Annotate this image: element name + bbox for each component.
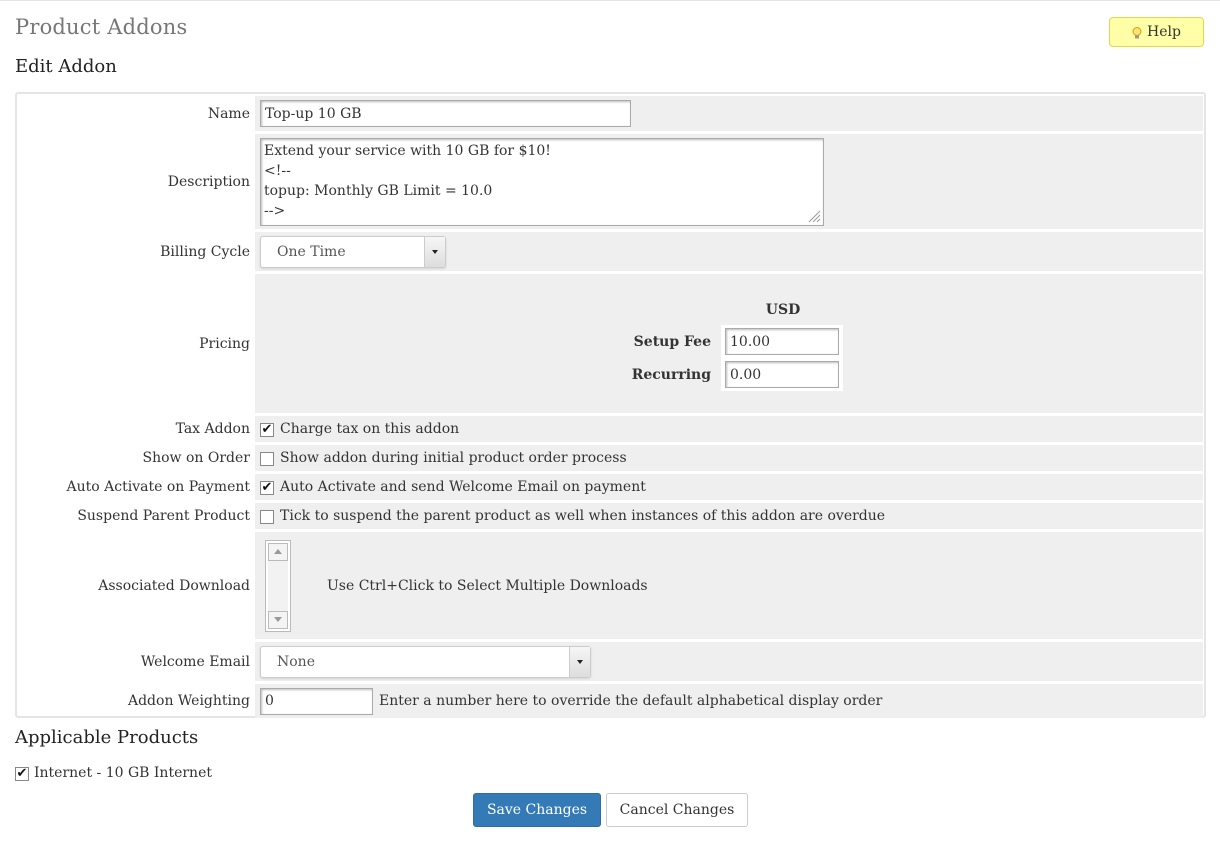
applicable-product-label: Internet - 10 GB Internet: [34, 765, 212, 781]
auto-activate-checkbox[interactable]: ✔: [260, 481, 274, 495]
auto-activate-label: Auto Activate on Payment: [66, 479, 250, 495]
row-name: Name: [17, 96, 1204, 131]
tax-addon-label: Tax Addon: [175, 421, 250, 437]
tax-addon-checkbox[interactable]: ✔: [260, 423, 274, 437]
chevron-down-icon: [424, 236, 445, 267]
recurring-label: Recurring: [631, 366, 711, 383]
row-auto-activate: Auto Activate on Payment ✔ Auto Activate…: [17, 474, 1204, 500]
lightbulb-icon: [1132, 27, 1142, 39]
associated-download-hint: Use Ctrl+Click to Select Multiple Downlo…: [327, 577, 648, 594]
description-textarea[interactable]: [260, 137, 824, 226]
show-on-order-label: Show on Order: [142, 450, 250, 466]
addon-weighting-label: Addon Weighting: [127, 693, 250, 709]
edit-addon-form: Name Description Billing Cycle One Time: [15, 92, 1206, 718]
suspend-parent-text: Tick to suspend the parent product as we…: [280, 508, 886, 524]
row-suspend-parent: Suspend Parent Product Tick to suspend t…: [17, 503, 1204, 529]
row-description: Description: [17, 134, 1204, 229]
checkmark-icon: ✔: [261, 422, 273, 437]
checkmark-icon: ✔: [261, 480, 273, 495]
applicable-product-checkbox[interactable]: ✔: [15, 767, 29, 781]
row-tax-addon: Tax Addon ✔ Charge tax on this addon: [17, 416, 1204, 442]
description-label: Description: [167, 173, 250, 190]
section-title-edit-addon: Edit Addon: [15, 56, 117, 77]
addon-weighting-input[interactable]: [260, 687, 373, 715]
show-on-order-checkbox[interactable]: [260, 452, 274, 466]
billing-cycle-label: Billing Cycle: [160, 243, 250, 260]
pricing-table: USD Setup Fee Recurring: [621, 302, 1203, 391]
applicable-product-item: ✔ Internet - 10 GB Internet: [15, 765, 212, 781]
welcome-email-value: None: [277, 653, 315, 670]
billing-cycle-select[interactable]: One Time: [260, 235, 446, 268]
row-billing-cycle: Billing Cycle One Time: [17, 232, 1204, 271]
page-title: Product Addons: [15, 15, 188, 39]
auto-activate-text: Auto Activate and send Welcome Email on …: [280, 479, 646, 495]
name-label: Name: [207, 105, 250, 122]
billing-cycle-value: One Time: [277, 243, 346, 260]
currency-header: USD: [765, 302, 801, 318]
suspend-parent-checkbox[interactable]: [260, 510, 274, 524]
checkmark-icon: ✔: [16, 766, 28, 781]
scroll-down-icon[interactable]: [268, 610, 288, 629]
pricing-label: Pricing: [199, 335, 250, 352]
cancel-changes-button[interactable]: Cancel Changes: [606, 793, 748, 827]
save-changes-button[interactable]: Save Changes: [473, 793, 601, 827]
resize-grip-icon[interactable]: [807, 209, 821, 223]
setup-fee-label: Setup Fee: [633, 333, 711, 350]
associated-download-label: Associated Download: [98, 577, 250, 594]
addon-weighting-hint: Enter a number here to override the defa…: [379, 693, 883, 709]
welcome-email-label: Welcome Email: [140, 653, 250, 670]
setup-fee-input[interactable]: [725, 328, 839, 355]
row-addon-weighting: Addon Weighting Enter a number here to o…: [17, 684, 1204, 718]
section-title-applicable-products: Applicable Products: [15, 727, 199, 748]
row-welcome-email: Welcome Email None: [17, 642, 1204, 681]
help-button-label: Help: [1147, 24, 1181, 40]
chevron-down-icon: [569, 646, 590, 677]
row-pricing: Pricing USD Setup Fee Recurring: [17, 274, 1204, 413]
scroll-up-icon[interactable]: [268, 542, 288, 561]
suspend-parent-label: Suspend Parent Product: [77, 508, 250, 524]
associated-download-listbox[interactable]: [265, 539, 291, 632]
tax-addon-text: Charge tax on this addon: [280, 421, 460, 437]
row-show-on-order: Show on Order Show addon during initial …: [17, 445, 1204, 471]
name-input[interactable]: [260, 100, 631, 127]
welcome-email-select[interactable]: None: [260, 645, 591, 678]
recurring-input[interactable]: [725, 361, 839, 388]
show-on-order-text: Show addon during initial product order …: [280, 450, 627, 466]
help-button[interactable]: Help: [1109, 17, 1204, 47]
row-associated-download: Associated Download Use Ctrl+Click to Se…: [17, 532, 1204, 639]
